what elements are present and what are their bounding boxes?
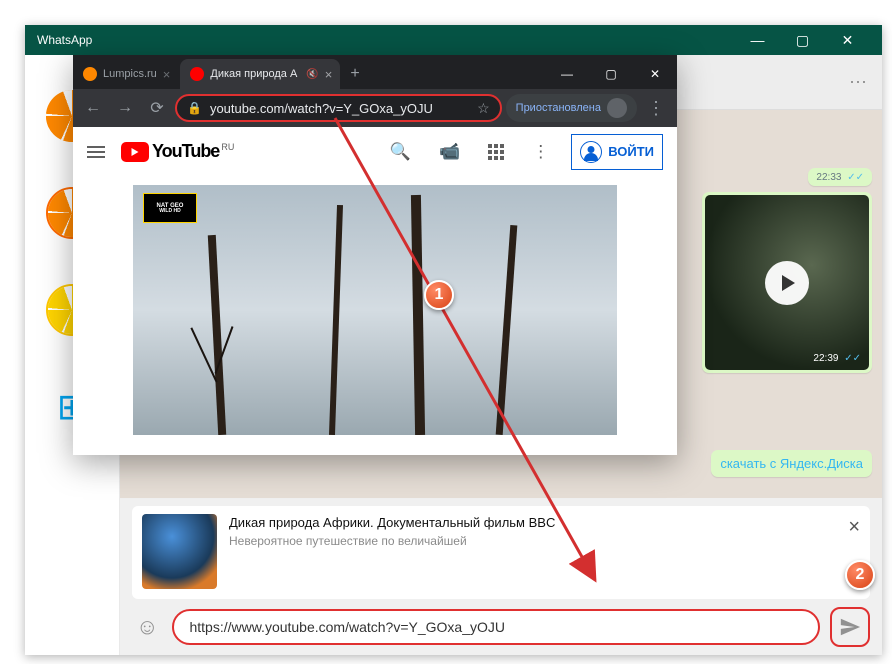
close-preview-button[interactable]: × [848, 516, 860, 539]
video-thumbnail[interactable]: 22:39 ✓✓ [705, 195, 869, 370]
whatsapp-titlebar: WhatsApp — ▢ ✕ [25, 25, 882, 55]
maximize-button[interactable]: ▢ [589, 59, 633, 89]
search-icon[interactable]: 🔍 [384, 142, 417, 162]
message-bubble: 22:33 ✓✓ [808, 168, 872, 186]
new-tab-button[interactable]: + [340, 59, 369, 89]
send-button[interactable] [830, 607, 870, 647]
youtube-logo[interactable]: YouTube RU [121, 141, 234, 162]
link-text[interactable]: скачать с Яндекс.Диска [720, 456, 863, 471]
address-bar[interactable]: 🔒 youtube.com/watch?v=Y_GOxa_yOJU ☆ [175, 94, 502, 122]
close-button[interactable]: ✕ [633, 59, 677, 89]
tab-title: Дикая природа А [210, 68, 297, 80]
video-duration: 22:39 [813, 353, 838, 364]
maximize-button[interactable]: ▢ [780, 32, 825, 49]
video-player[interactable]: NAT GEO WILD HD [133, 185, 617, 435]
youtube-page: YouTube RU 🔍 📹 ⋮ ВОЙТИ NAT GEO WILD HD [73, 127, 677, 455]
preview-text: Дикая природа Африки. Документальный фил… [229, 514, 860, 589]
browser-tab[interactable]: Lumpics.ru × [73, 59, 180, 89]
menu-icon[interactable]: ⋮ [641, 98, 671, 119]
read-ticks-icon: ✓✓ [844, 353, 861, 364]
close-button[interactable]: ✕ [825, 32, 870, 49]
chrome-window: Lumpics.ru × Дикая природа А 🔇 × + — ▢ ✕… [73, 55, 677, 455]
whatsapp-title: WhatsApp [37, 33, 735, 47]
profile-avatar-icon [607, 98, 627, 118]
browser-tab-active[interactable]: Дикая природа А 🔇 × [180, 59, 340, 89]
message-input[interactable] [172, 609, 820, 645]
bookmark-icon[interactable]: ☆ [477, 100, 490, 117]
video-message-bubble[interactable]: 22:39 ✓✓ [702, 192, 872, 373]
tab-title: Lumpics.ru [103, 68, 157, 80]
profile-paused-chip[interactable]: Приостановлена [506, 94, 637, 122]
youtube-header: YouTube RU 🔍 📹 ⋮ ВОЙТИ [73, 127, 677, 177]
person-icon [580, 141, 602, 163]
minimize-button[interactable]: — [545, 59, 589, 89]
callout-badge: 2 [845, 560, 875, 590]
link-preview-card: Дикая природа Африки. Документальный фил… [132, 506, 870, 599]
minimize-button[interactable]: — [735, 32, 780, 48]
more-icon[interactable]: ⋯ [849, 72, 867, 93]
tab-close-icon[interactable]: × [325, 67, 333, 82]
emoji-icon[interactable]: ☺ [132, 614, 162, 640]
read-ticks-icon: ✓✓ [844, 172, 864, 183]
lock-icon: 🔒 [187, 101, 202, 115]
create-icon[interactable]: 📹 [433, 142, 466, 162]
hamburger-icon[interactable] [87, 146, 105, 158]
login-button[interactable]: ВОЙТИ [571, 134, 663, 170]
preview-thumbnail [142, 514, 217, 589]
natgeo-watermark: NAT GEO WILD HD [143, 193, 197, 223]
play-icon[interactable] [765, 261, 809, 305]
send-icon [839, 616, 861, 638]
notifications-icon[interactable]: ⋮ [526, 142, 555, 162]
mute-icon[interactable]: 🔇 [306, 69, 318, 80]
preview-title: Дикая природа Африки. Документальный фил… [229, 514, 860, 532]
youtube-play-icon [121, 142, 149, 162]
compose-area: Дикая природа Африки. Документальный фил… [120, 498, 882, 655]
input-row: ☺ [132, 607, 870, 647]
favicon [190, 67, 204, 81]
url-text: youtube.com/watch?v=Y_GOxa_yOJU [210, 101, 469, 116]
message-bubble[interactable]: скачать с Яндекс.Диска [711, 450, 872, 477]
chrome-toolbar: ← → ⟳ 🔒 youtube.com/watch?v=Y_GOxa_yOJU … [73, 89, 677, 127]
message-time: 22:33 [816, 172, 841, 183]
paused-label: Приостановлена [516, 102, 601, 114]
apps-icon[interactable] [482, 144, 510, 160]
region-label: RU [221, 142, 234, 152]
forward-button[interactable]: → [111, 94, 139, 122]
login-label: ВОЙТИ [608, 144, 654, 159]
reload-button[interactable]: ⟳ [143, 94, 171, 122]
callout-badge: 1 [424, 280, 454, 310]
favicon [83, 67, 97, 81]
youtube-wordmark: YouTube [152, 141, 219, 162]
tab-close-icon[interactable]: × [163, 67, 171, 82]
preview-description: Невероятное путешествие по величайшей [229, 534, 860, 548]
back-button[interactable]: ← [79, 94, 107, 122]
chrome-tabstrip: Lumpics.ru × Дикая природа А 🔇 × + — ▢ ✕ [73, 55, 677, 89]
